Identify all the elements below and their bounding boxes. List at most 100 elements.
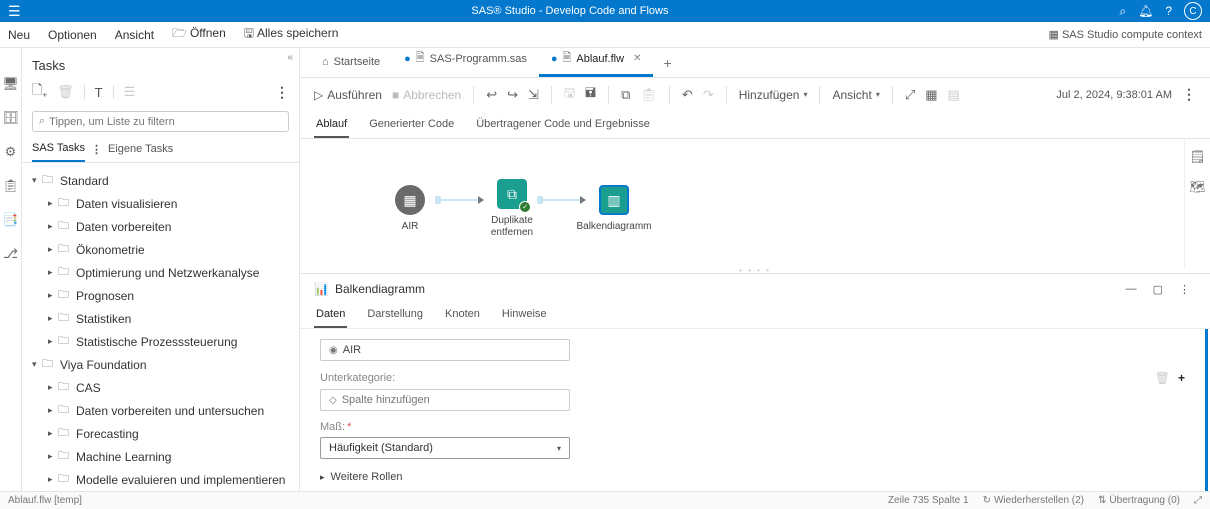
category-field[interactable]: ◉AIR: [320, 339, 570, 361]
add-dropdown[interactable]: Hinzufügen▾: [739, 88, 808, 102]
add-tab-button[interactable]: +: [653, 49, 681, 77]
subcat-input[interactable]: [342, 394, 561, 406]
rail-libraries-icon[interactable]: 🗄︎: [2, 110, 19, 126]
delete-column-icon[interactable]: 🗑: [1155, 371, 1170, 385]
search-icon[interactable]: ⌕: [1119, 4, 1126, 19]
add-column-icon[interactable]: +: [1178, 371, 1185, 385]
status-expand-icon[interactable]: ⤢: [1194, 495, 1202, 506]
subtab-own-tasks[interactable]: Eigene Tasks: [108, 143, 173, 161]
run-button[interactable]: ▷Ausführen: [314, 88, 382, 102]
prop-more-icon[interactable]: ⋮: [1179, 283, 1190, 296]
tree-label: Prognosen: [76, 289, 134, 303]
save-icon[interactable]: 🖫: [564, 84, 575, 106]
tree-node[interactable]: ▸🗀Machine Learning: [32, 445, 295, 468]
tree-node[interactable]: ▸🗀Daten vorbereiten: [32, 215, 295, 238]
tree-node[interactable]: ▸🗀Statistiken: [32, 307, 295, 330]
tab-program[interactable]: ●🗎SAS-Programm.sas: [392, 43, 539, 77]
flow-link[interactable]: [542, 199, 584, 201]
folder-icon: 🗀: [58, 378, 72, 397]
status-restore[interactable]: ↻Wiederherstellen (2): [983, 495, 1084, 506]
panel-more-icon[interactable]: ⋮: [275, 84, 289, 101]
flow-file-icon: 🗎: [563, 49, 572, 68]
ctab-submitted[interactable]: Übertragener Code und Ergebnisse: [474, 112, 652, 138]
tree-node[interactable]: ▸🗀Optimierung und Netzwerkanalyse: [32, 261, 295, 284]
dirty-icon: ●: [551, 53, 558, 65]
tree-node[interactable]: ▸🗀Daten vorbereiten und untersuchen: [32, 399, 295, 422]
ctab-flow[interactable]: Ablauf: [314, 112, 349, 138]
redo-icon[interactable]: ↷: [703, 87, 714, 103]
left-rail: 🖥︎ 🗄︎ ⚙ 📋︎ 📑 ⎇: [0, 48, 22, 491]
menu-view[interactable]: Ansicht: [115, 28, 154, 42]
tree-node[interactable]: ▸🗀Modelle evaluieren und implementieren: [32, 468, 295, 491]
tree-node[interactable]: ▸🗀Ökonometrie: [32, 238, 295, 261]
compute-context[interactable]: ▦ SAS Studio compute context: [1049, 28, 1203, 41]
menu-saveall[interactable]: 🖫Alles speichern: [244, 24, 339, 45]
tree-node-viya[interactable]: ▾🗀Viya Foundation: [32, 353, 295, 376]
send-back-icon[interactable]: ↩︎: [486, 87, 497, 103]
export-icon[interactable]: ⇲: [528, 87, 539, 103]
fit-icon[interactable]: ⤢: [905, 87, 915, 103]
delete-icon[interactable]: 🗑: [57, 84, 74, 100]
close-tab-icon[interactable]: ✕: [633, 53, 641, 64]
toolbar-more-icon[interactable]: ⋮: [1182, 86, 1196, 103]
copy-icon[interactable]: ⧉: [621, 87, 630, 103]
node-air[interactable]: ▦ AIR: [370, 185, 450, 233]
subtab-sas-tasks[interactable]: SAS Tasks: [32, 142, 85, 162]
layout-icon[interactable]: ▤: [948, 87, 960, 103]
more-roles-expander[interactable]: ▸Weitere Rollen: [320, 469, 1185, 485]
task-search[interactable]: ⌕: [32, 111, 289, 132]
ptab-notes[interactable]: Hinweise: [500, 304, 549, 328]
tree-node-standard[interactable]: ▾🗀Standard: [32, 169, 295, 192]
tree-node[interactable]: ▸🗀Prognosen: [32, 284, 295, 307]
menu-options[interactable]: Optionen: [48, 28, 97, 42]
minimize-icon[interactable]: —: [1126, 283, 1137, 296]
tree-node[interactable]: ▸🗀CAS: [32, 376, 295, 399]
help-icon[interactable]: ?: [1165, 4, 1172, 18]
menu-open[interactable]: 🗁Öffnen: [172, 24, 226, 45]
status-transfer[interactable]: ⇅Übertragung (0): [1098, 495, 1180, 506]
subcat-field[interactable]: ◇: [320, 389, 570, 411]
notes-icon[interactable]: 🗒: [1189, 149, 1206, 165]
list-icon[interactable]: ☰: [124, 84, 136, 100]
ptab-node[interactable]: Knoten: [443, 304, 482, 328]
rail-git-icon[interactable]: ⎇: [3, 246, 18, 262]
menu-new[interactable]: Neu: [8, 28, 30, 42]
send-forward-icon[interactable]: ↪︎: [507, 87, 518, 103]
tab-start[interactable]: ⌂Startseite: [310, 50, 392, 77]
collapse-panel-icon[interactable]: «: [287, 52, 293, 63]
rail-server-icon[interactable]: 🖥︎: [2, 76, 19, 92]
new-task-icon[interactable]: 🗋+: [32, 81, 47, 103]
outline-icon[interactable]: 🗺︎: [1189, 179, 1206, 195]
task-tree: ▾🗀Standard ▸🗀Daten visualisieren ▸🗀Daten…: [22, 163, 299, 491]
tree-label: Standard: [60, 174, 109, 188]
flow-link[interactable]: [440, 199, 482, 201]
saveas-icon[interactable]: 🖬: [585, 84, 596, 106]
ptab-style[interactable]: Darstellung: [365, 304, 425, 328]
rail-snippets-icon[interactable]: 📑: [2, 212, 18, 228]
text-icon[interactable]: T: [95, 85, 103, 100]
ptab-data[interactable]: Daten: [314, 304, 347, 328]
tab-flow[interactable]: ●🗎Ablauf.flw✕: [539, 43, 654, 77]
hamburger-icon[interactable]: ☰: [8, 3, 21, 20]
tree-node[interactable]: ▸🗀Statistische Prozesssteuerung: [32, 330, 295, 353]
maximize-icon[interactable]: ▢: [1153, 283, 1163, 296]
avatar[interactable]: C: [1184, 2, 1202, 20]
subtab-more-icon[interactable]: ⋮: [91, 143, 102, 162]
dirty-icon: ●: [404, 53, 411, 65]
tree-node[interactable]: ▸🗀Daten visualisieren: [32, 192, 295, 215]
view-dropdown[interactable]: Ansicht▾: [832, 88, 879, 102]
measure-select[interactable]: Häufigkeit (Standard)▾: [320, 437, 570, 459]
add-label: Hinzufügen: [739, 88, 800, 102]
task-search-input[interactable]: [49, 116, 282, 128]
rail-gear-icon[interactable]: ⚙: [5, 144, 17, 160]
grid-icon[interactable]: ▦: [925, 87, 937, 103]
tree-node[interactable]: ▸🗀Forecasting: [32, 422, 295, 445]
node-barchart[interactable]: ▥ Balkendiagramm: [574, 185, 654, 233]
ctab-generated[interactable]: Generierter Code: [367, 112, 456, 138]
rail-clipboard-icon[interactable]: 📋︎: [2, 178, 19, 194]
paste-icon[interactable]: 📋︎: [640, 87, 657, 103]
undo-icon[interactable]: ↶: [682, 87, 693, 103]
node-dedup[interactable]: ⧉✓ Duplikate entfernen: [472, 179, 552, 239]
flow-canvas[interactable]: ▦ AIR ⧉✓ Duplikate entfernen ▥ Balkendia…: [300, 139, 1184, 267]
bell-icon[interactable]: 🔔︎: [1138, 4, 1153, 18]
